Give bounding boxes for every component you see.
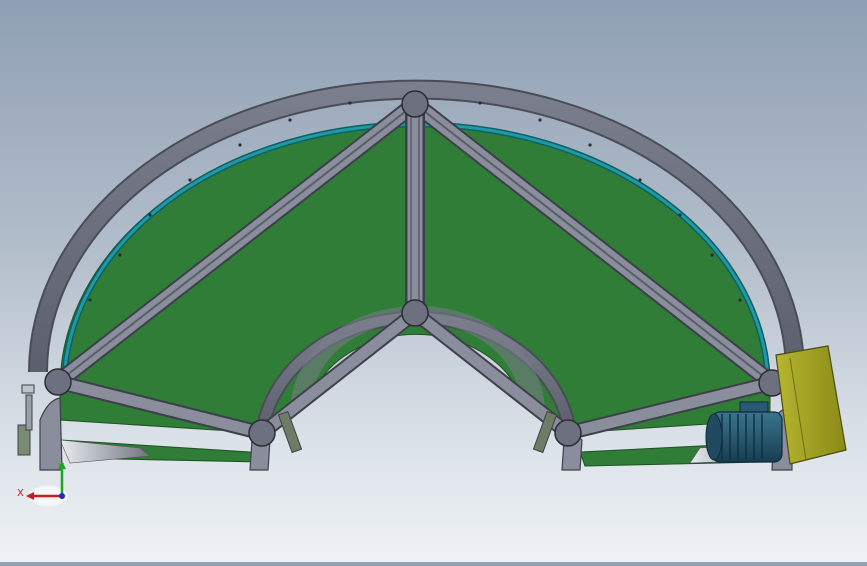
model-canvas[interactable]: X Y <box>0 0 867 562</box>
z-axis-point <box>59 493 65 499</box>
x-axis-label: X <box>17 488 24 499</box>
y-axis-label: Y <box>57 462 65 473</box>
cad-viewport[interactable]: X Y <box>0 0 867 562</box>
